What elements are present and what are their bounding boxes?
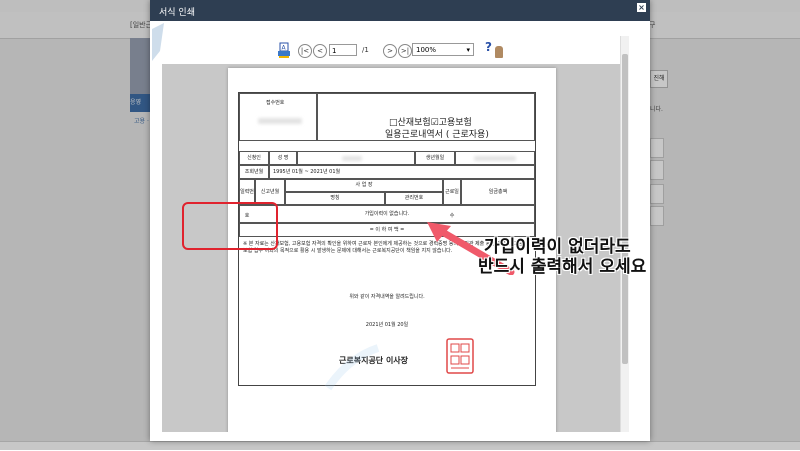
wage-label: 임금총액	[461, 179, 535, 205]
first-page-button[interactable]: |<	[298, 44, 312, 58]
birth-value-cell	[455, 151, 535, 165]
form-title: 일용근로내역서 ( 근로자용)	[385, 130, 489, 140]
watermark-icon	[324, 344, 380, 391]
period-value: 1995년 01월 ~ 2021년 01월	[269, 165, 535, 179]
workplace-name-label: 명칭	[285, 192, 385, 205]
workplace-label: 사 업 장	[285, 179, 443, 192]
next-page-button[interactable]: >	[383, 44, 397, 58]
viewer-toolbar: A |< < 1 /1 > >| 100% ▾ ?	[162, 38, 627, 65]
days-label: 근로일수	[443, 179, 461, 219]
dialog-title: 서식 인쇄	[159, 8, 195, 18]
blurred-receipt-number	[258, 118, 302, 124]
certify-text: 위와 같이 자격내역을 알려드립니다.	[349, 294, 425, 300]
name-label: 성 명	[269, 151, 297, 165]
receipt-cell: 접수번호	[239, 93, 317, 141]
name-value-cell	[297, 151, 415, 165]
page-total: /1	[362, 46, 369, 54]
close-button[interactable]: ×	[637, 3, 646, 12]
highlight-box	[182, 202, 278, 250]
page-number-input[interactable]: 1	[329, 44, 357, 56]
dialog-titlebar: 서식 인쇄 ×	[150, 0, 650, 21]
zoom-select[interactable]: 100% ▾	[412, 43, 474, 56]
help-figure-icon	[495, 46, 503, 58]
vertical-scrollbar[interactable]	[620, 36, 629, 432]
annotation-line-2: 반드시 출력해서 오세요	[478, 257, 647, 277]
receipt-label: 접수번호	[266, 100, 285, 106]
scrollbar-thumb[interactable]	[622, 54, 628, 364]
official-seal-icon	[446, 338, 474, 374]
print-icon[interactable]: A	[277, 42, 291, 58]
birth-label: 생년월일	[415, 151, 455, 165]
prev-page-button[interactable]: <	[313, 44, 327, 58]
chevron-down-icon: ▾	[466, 46, 470, 54]
annotation-line-1: 가입이력이 없더라도	[484, 237, 631, 257]
period-label: 조회년월	[239, 165, 269, 179]
blurred-birthdate	[474, 156, 516, 161]
help-button[interactable]: ?	[485, 40, 492, 54]
zoom-value: 100%	[416, 46, 437, 54]
last-page-button[interactable]: >|	[398, 44, 412, 58]
applicant-label: 신청인	[239, 151, 269, 165]
blurred-name	[342, 156, 362, 161]
workplace-mgmt-label: 관리번호	[385, 192, 443, 205]
